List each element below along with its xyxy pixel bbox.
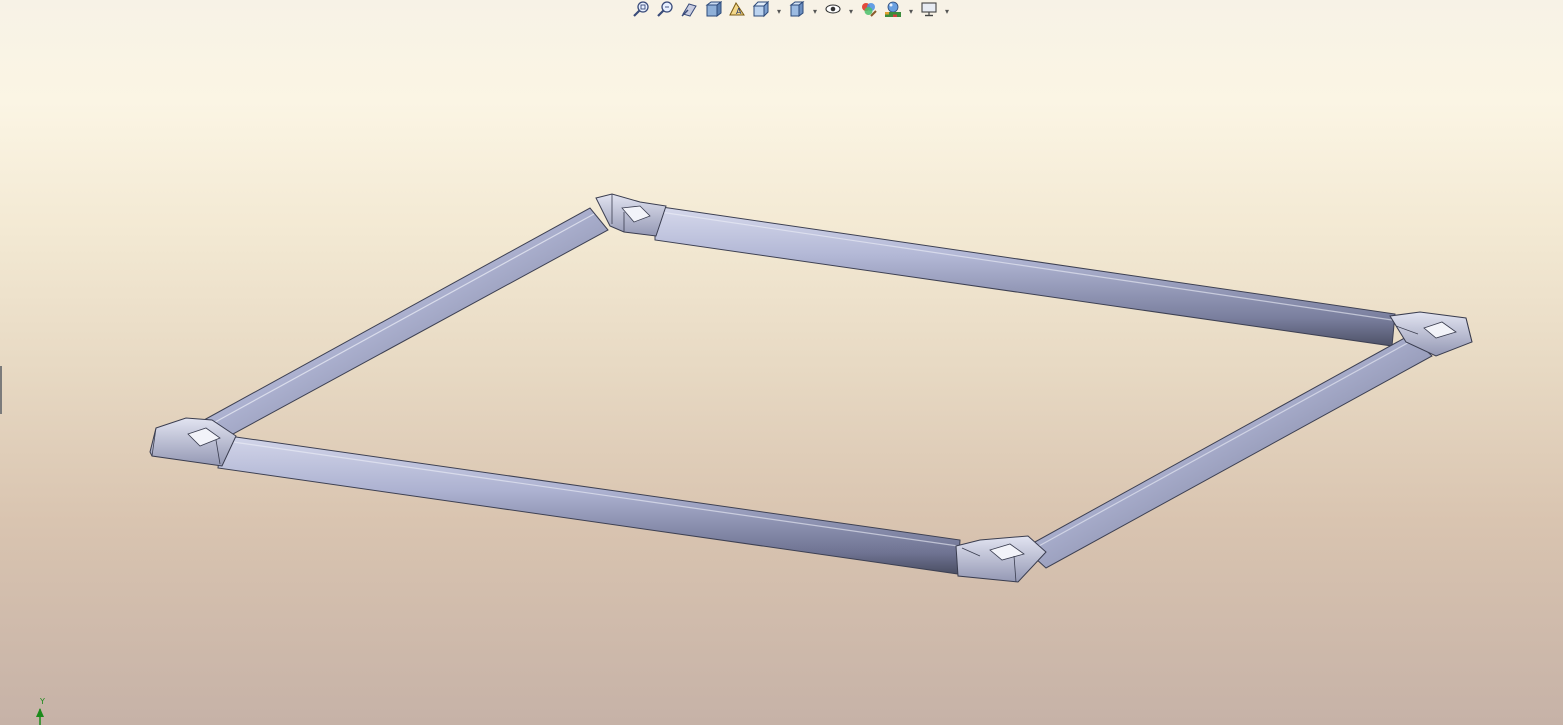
tube-left[interactable] [203,207,609,441]
tube-front[interactable] [217,434,961,575]
model-frame-assembly[interactable] [0,0,1563,725]
corner-joint-front-right[interactable] [955,535,1047,583]
triad-y-label: Y [40,697,45,706]
graphics-viewport[interactable]: A ▾ ▾ ▾ ▾ ▾ Y [0,0,1563,725]
tube-back[interactable] [654,205,1396,347]
tube-right[interactable] [1023,334,1433,569]
triad-y-arrow [36,708,44,717]
viewport-edge-splitter[interactable] [0,366,2,414]
